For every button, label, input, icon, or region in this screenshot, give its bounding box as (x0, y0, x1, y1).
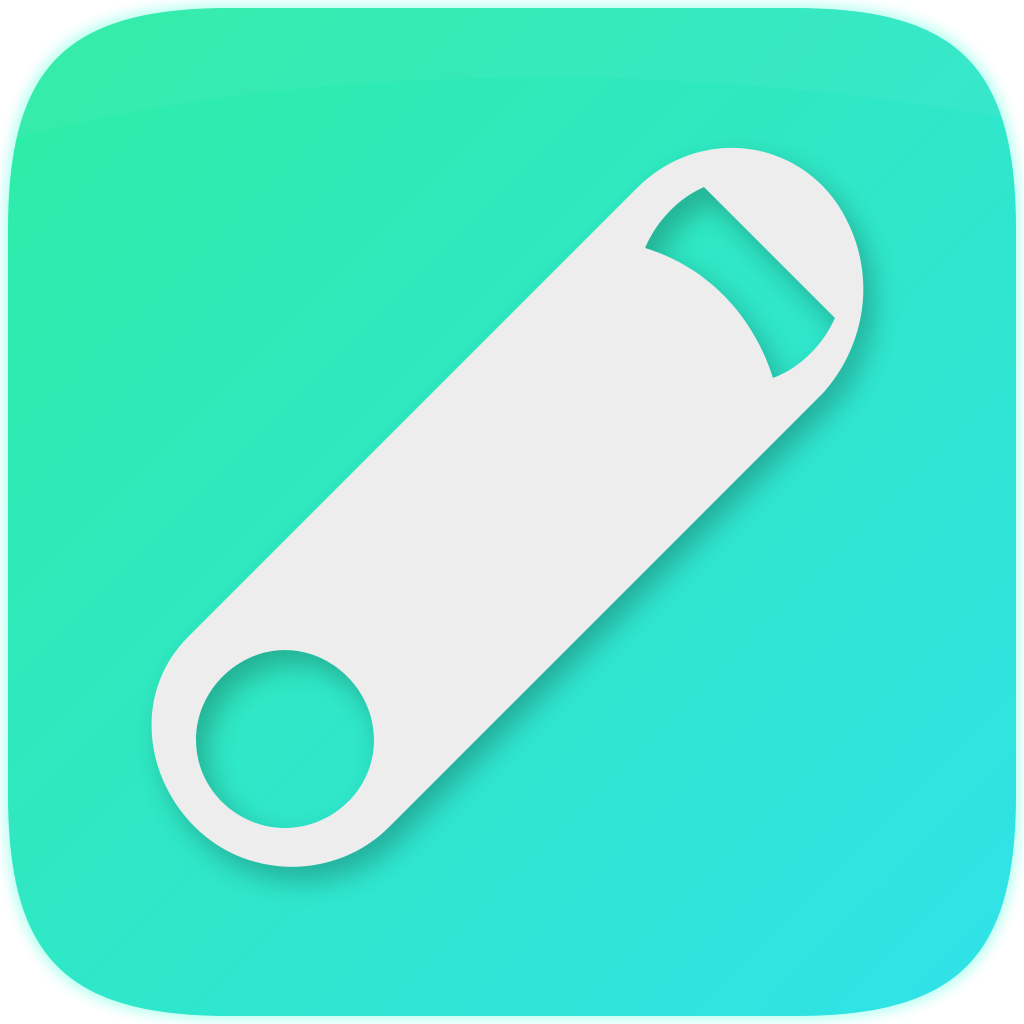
app-icon[interactable] (0, 0, 1024, 1024)
app-icon-graphic (4, 4, 1020, 1020)
